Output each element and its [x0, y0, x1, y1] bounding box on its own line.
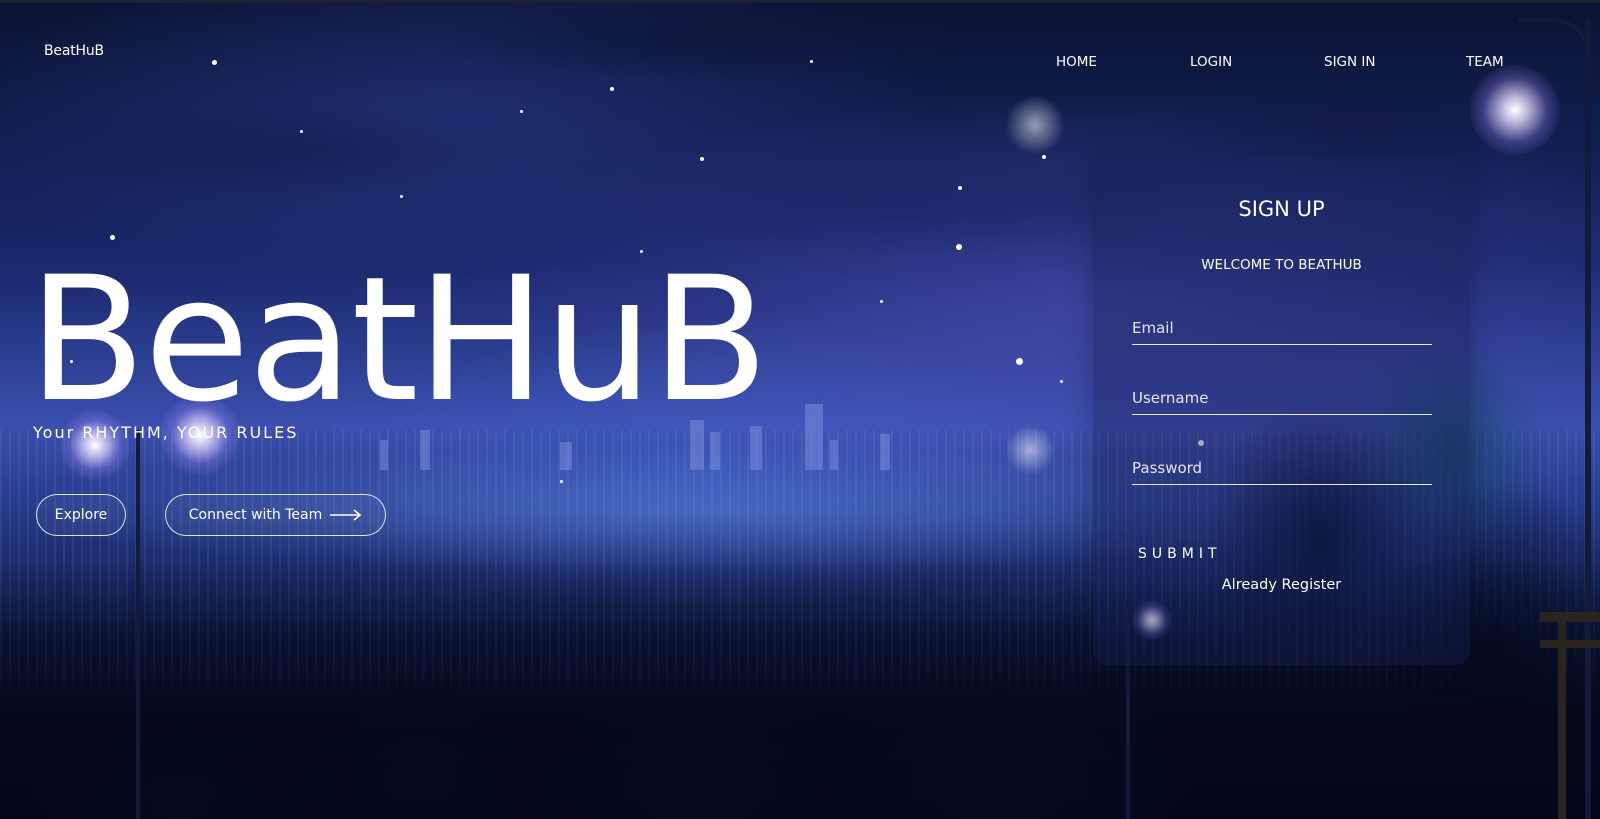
signup-panel: SIGN UP WELCOME TO BEATHUB SUBMIT Alread… [1093, 157, 1470, 665]
connect-team-button[interactable]: Connect with Team [165, 494, 386, 536]
nav-home[interactable]: HOME [1056, 54, 1097, 70]
building [880, 434, 890, 470]
submit-button[interactable]: SUBMIT [1138, 546, 1222, 562]
password-field [1132, 454, 1432, 485]
explore-button[interactable]: Explore [36, 494, 126, 536]
connect-team-button-label: Connect with Team [188, 507, 323, 523]
building [830, 440, 838, 470]
star [400, 195, 403, 198]
arrow-right-icon [330, 509, 362, 521]
star [1016, 358, 1023, 365]
star [958, 186, 962, 190]
star [700, 157, 704, 161]
lamp-post [1585, 20, 1591, 819]
star [300, 130, 303, 133]
bokeh-light [1005, 425, 1055, 475]
password-input[interactable] [1132, 454, 1432, 482]
email-field [1132, 314, 1432, 345]
username-field [1132, 384, 1432, 415]
star [560, 480, 563, 483]
star [956, 244, 962, 250]
wooden-fence [1558, 612, 1566, 819]
hero-title: BeatHuB [28, 250, 769, 430]
hero-title-text: BeatHuB [28, 239, 769, 440]
username-input[interactable] [1132, 384, 1432, 412]
lamp-light [1470, 65, 1560, 155]
lamp-post [136, 430, 140, 819]
nav-team[interactable]: TEAM [1466, 54, 1504, 70]
star [1042, 155, 1046, 159]
signup-title: SIGN UP [1238, 197, 1325, 221]
explore-button-label: Explore [54, 507, 108, 523]
wooden-fence [1540, 612, 1600, 622]
bokeh-light [1005, 95, 1065, 155]
star [610, 87, 614, 91]
already-register-link[interactable]: Already Register [1093, 577, 1470, 593]
building [380, 440, 388, 470]
top-nav: HOME LOGIN SIGN IN TEAM [0, 54, 1600, 74]
hero-tagline: Your RHYTHM, YOUR RULES [33, 423, 299, 442]
wooden-fence [1540, 640, 1600, 648]
building [805, 404, 823, 470]
email-input[interactable] [1132, 314, 1432, 342]
star [880, 300, 883, 303]
nav-sign-in[interactable]: SIGN IN [1324, 54, 1375, 70]
star [1060, 380, 1063, 383]
nav-login[interactable]: LOGIN [1190, 54, 1232, 70]
star [520, 110, 523, 113]
signup-subtitle: WELCOME TO BEATHUB [1201, 257, 1362, 273]
building [560, 442, 572, 470]
